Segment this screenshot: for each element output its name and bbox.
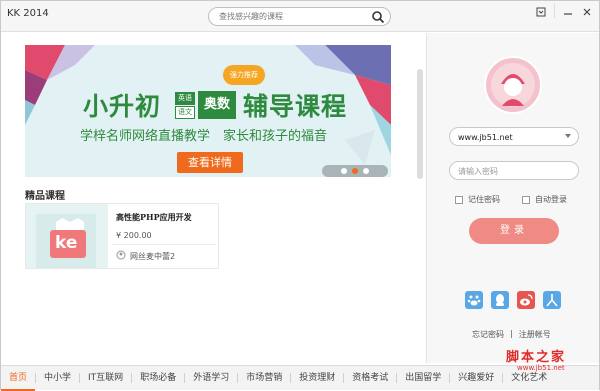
app-title: KK 2014 (7, 8, 49, 19)
banner-tag-english: 英语 (175, 92, 195, 105)
login-button[interactable]: 登录 (469, 218, 559, 244)
banner-subtitle: 学梓名师网络直播教学 家长和孩子的福音 (80, 129, 328, 144)
auto-login-label: 自动登录 (535, 195, 567, 204)
banner-tag-olympiad: 奥数 (198, 91, 236, 119)
nav-item-k12[interactable]: 中小学 (36, 366, 79, 391)
course-card[interactable]: ke 高性能PHP应用开发 ¥ 200.00 网丝麦中蕾2 (25, 203, 219, 269)
window-controls (533, 4, 595, 19)
banner-dot-2[interactable] (352, 168, 358, 174)
course-divider (112, 244, 216, 245)
course-price: ¥ 200.00 (116, 231, 152, 240)
remember-label: 记住密码 (468, 195, 500, 204)
course-name[interactable]: 高性能PHP应用开发 (116, 212, 192, 223)
course-thumbnail: ke (26, 204, 108, 268)
auto-login-checkbox[interactable] (522, 195, 530, 204)
nav-item-home[interactable]: 首页 (1, 366, 36, 391)
login-panel: 记住密码 自动登录 登录 忘记密码 | 注册帐号 (426, 33, 599, 363)
chevron-down-icon[interactable] (565, 134, 571, 138)
username-input[interactable] (458, 131, 558, 143)
scrollbar[interactable] (417, 69, 423, 389)
auto-login-row[interactable]: 自动登录 (522, 194, 567, 205)
title-bar: KK 2014 (1, 1, 599, 32)
banner-tag-chinese: 语文 (175, 106, 195, 119)
category-nav: 首页 中小学 IT互联网 职场必备 外语学习 市场营销 投资理财 资格考试 出国… (1, 365, 599, 391)
nav-item-hobbies[interactable]: 兴趣爱好 (450, 366, 502, 391)
close-icon[interactable] (579, 4, 595, 19)
links-separator: | (510, 329, 513, 338)
register-link[interactable]: 注册帐号 (519, 329, 551, 340)
nav-item-career[interactable]: 职场必备 (132, 366, 184, 391)
baidu-icon[interactable] (465, 291, 483, 309)
password-input[interactable] (458, 165, 558, 177)
content-area: 小升初 英语 语文 奥数 辅导课程 强力推荐 学梓名师网络直播教学 家长和孩子的… (1, 33, 426, 363)
remember-checkbox[interactable] (455, 195, 463, 204)
qq-icon[interactable] (491, 291, 509, 309)
course-teacher: 网丝麦中蕾2 (130, 252, 176, 261)
renren-icon[interactable] (543, 291, 561, 309)
banner-hot-badge: 强力推荐 (223, 65, 265, 85)
search-icon[interactable] (371, 10, 385, 24)
password-field[interactable] (449, 161, 579, 180)
remember-row[interactable]: 记住密码 (455, 194, 500, 205)
scrollbar-thumb[interactable] (417, 69, 423, 179)
nav-item-it[interactable]: IT互联网 (80, 366, 131, 391)
nav-item-marketing[interactable]: 市场营销 (238, 366, 290, 391)
teacher-icon (116, 250, 126, 260)
search-input[interactable] (219, 10, 369, 23)
weibo-icon[interactable] (517, 291, 535, 309)
banner-details-button[interactable]: 查看详情 (177, 152, 243, 173)
banner-dot-1[interactable] (341, 168, 347, 174)
app-window: KK 2014 查找感兴趣的课程 小升初 英语 语文 奥数 辅导课程 强力推荐 … (0, 0, 600, 391)
course-thumb-logo: ke (55, 233, 78, 253)
menu-icon[interactable] (533, 4, 549, 19)
nav-item-exams[interactable]: 资格考试 (344, 366, 396, 391)
username-field[interactable] (449, 127, 579, 146)
nav-item-abroad[interactable]: 出国留学 (397, 366, 449, 391)
promo-banner[interactable]: 小升初 英语 语文 奥数 辅导课程 强力推荐 学梓名师网络直播教学 家长和孩子的… (25, 45, 391, 177)
minimize-icon[interactable] (560, 4, 576, 19)
banner-title-part1: 小升初 (83, 92, 162, 121)
banner-dot-3[interactable] (363, 168, 369, 174)
controls-divider (554, 4, 555, 18)
watermark-url: www.jb51.net (517, 364, 565, 372)
account-links: 忘记密码 | 注册帐号 (472, 329, 551, 340)
banner-pager (322, 165, 388, 177)
banner-title-part2: 辅导课程 (243, 92, 348, 121)
forgot-password-link[interactable]: 忘记密码 (472, 329, 504, 340)
nav-item-finance[interactable]: 投资理财 (291, 366, 343, 391)
avatar[interactable] (484, 56, 542, 114)
watermark-title: 脚本之家 (506, 350, 567, 365)
section-title: 精品课程 (25, 191, 65, 202)
search-box[interactable] (208, 7, 391, 26)
nav-item-language[interactable]: 外语学习 (185, 366, 237, 391)
